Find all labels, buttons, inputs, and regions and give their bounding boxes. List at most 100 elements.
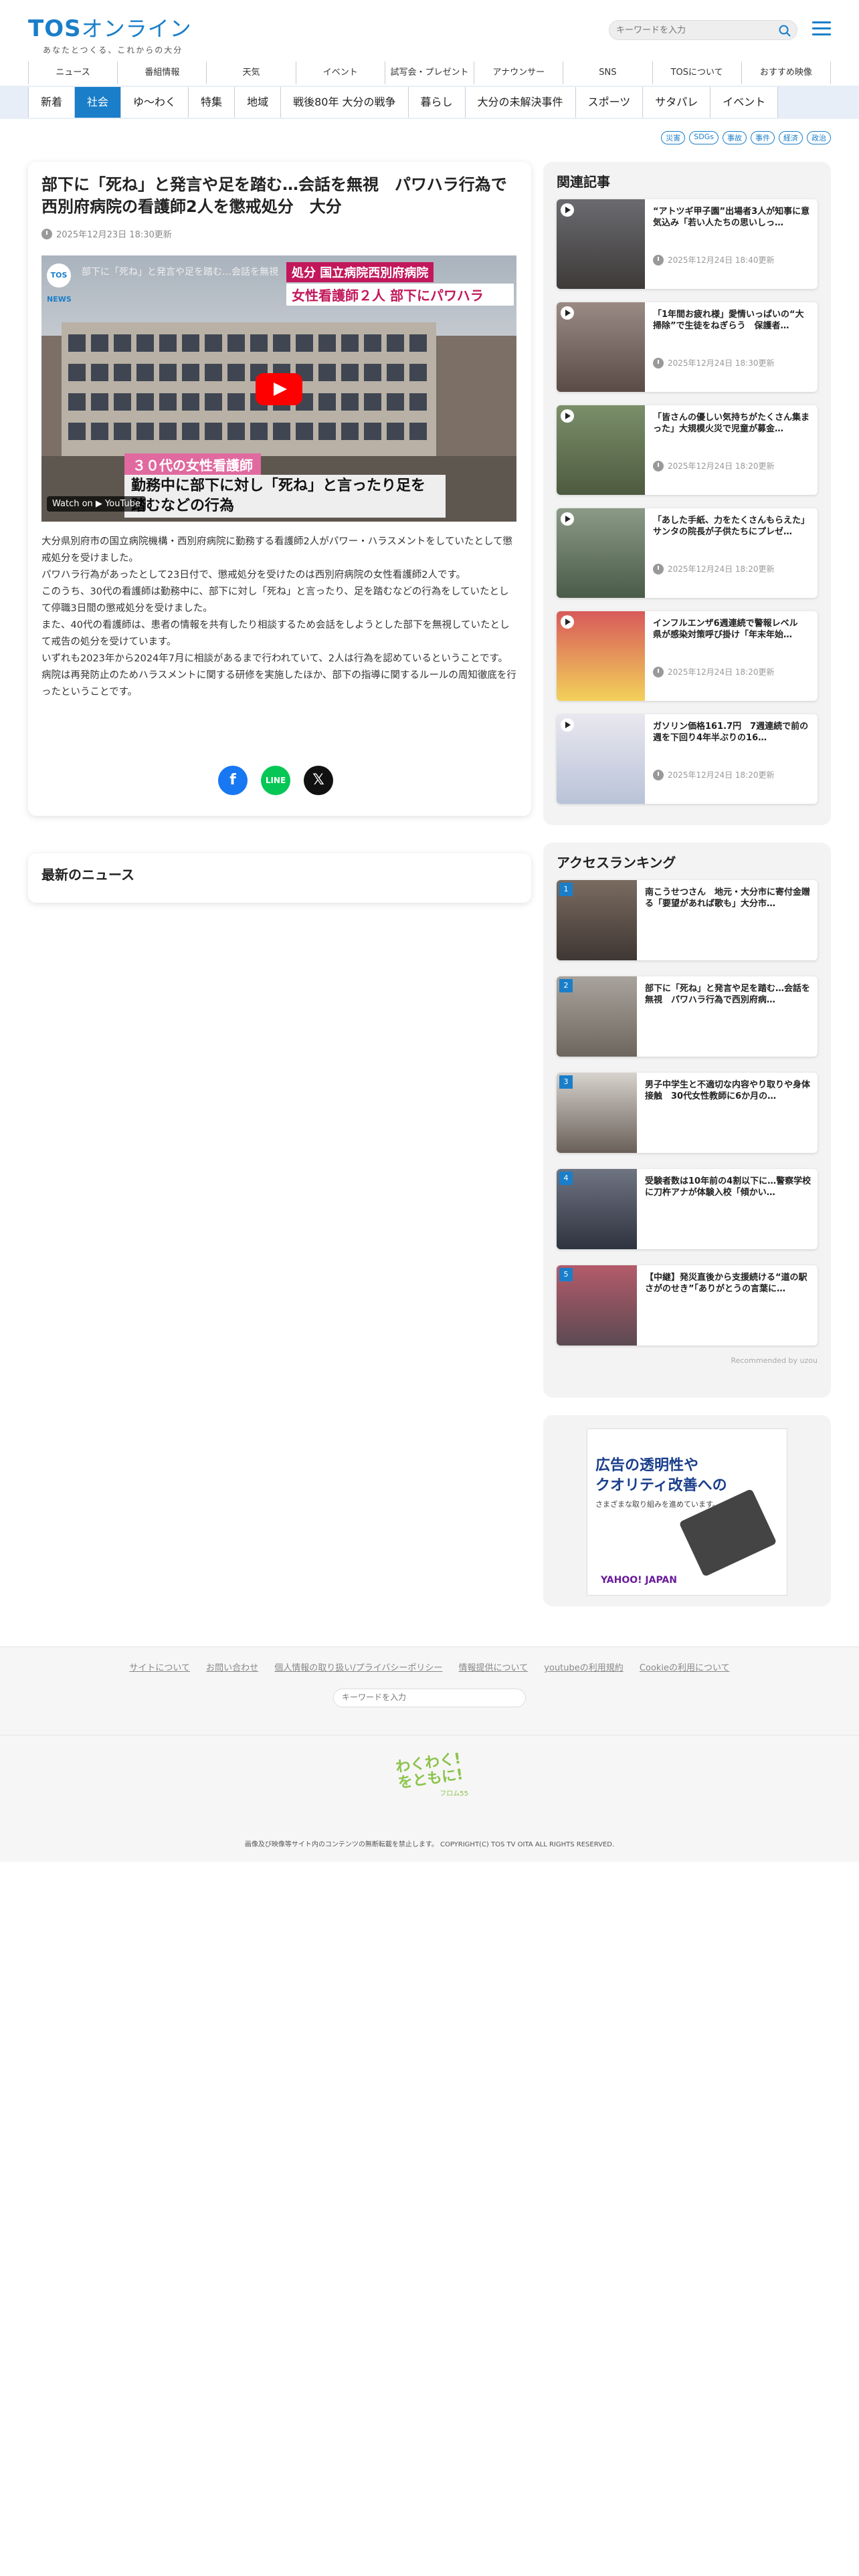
related-article-card[interactable]: インフルエンザ6週連続で警報レベル 県が感染対策呼び掛け「年末年始… 2025年… xyxy=(557,611,818,701)
related-article-card[interactable]: ガソリン価格161.7円 7週連続で前の週を下回り4年半ぶりの16… 2025年… xyxy=(557,714,818,804)
article-paragraph: いずれも2023年から2024年7月に相談があるまで行われていて、2人は行為を認… xyxy=(41,653,508,664)
related-article-card[interactable]: 「1年間お疲れ様」愛情いっぱいの“大掃除”で生徒をねぎらう 保護者… 2025年… xyxy=(557,302,818,392)
cat-event[interactable]: イベント xyxy=(710,87,779,118)
recommended-by-label[interactable]: Recommended by uzou xyxy=(731,1356,818,1365)
play-icon xyxy=(561,512,574,526)
logo-text: TOS xyxy=(28,15,82,42)
cat-society[interactable]: 社会 xyxy=(75,87,122,118)
ranking-title: 【中継】発災直後から支援続ける“道の駅さがのせき”「ありがとうの言葉に… xyxy=(645,1273,807,1294)
footer-links: サイトについて お問い合わせ 個人情報の取り扱い/プライバシーポリシー 情報提供… xyxy=(0,1660,859,1673)
video-player[interactable]: TOS NEWS 部下に「死ね」と発言や足を踏む…会話を無視 処分 国立病院西別… xyxy=(41,255,516,522)
ranking-item[interactable]: 5 【中継】発災直後から支援続ける“道の駅さがのせき”「ありがとうの言葉に… xyxy=(557,1265,818,1346)
related-date: 2025年12月24日 18:40更新 xyxy=(668,255,775,265)
play-icon xyxy=(561,718,574,732)
search-input[interactable] xyxy=(616,23,770,37)
hamburger-menu-icon[interactable] xyxy=(812,19,831,36)
x-share-icon[interactable]: 𝕏 xyxy=(304,766,333,795)
gnav-presents[interactable]: 試写会・プレゼント xyxy=(385,62,475,84)
site-header: TOSオンライン あなたとつくる、これからの大分 xyxy=(0,0,859,60)
related-article-card[interactable]: “アトツギ甲子園”出場者3人が知事に意気込み「若い人たちの思いしっ… 2025年… xyxy=(557,199,818,289)
header-search xyxy=(609,20,797,40)
facebook-share-icon[interactable]: f xyxy=(218,766,248,795)
clock-icon xyxy=(653,254,664,265)
copyright: 画像及び映像等サイト内のコンテンツの無断転載を禁止します。 COPYRIGHT(… xyxy=(244,1841,615,1848)
gnav-recommended[interactable]: おすすめ映像 xyxy=(742,62,831,84)
mascot-logo: わくわく!をともに! フロム55 xyxy=(391,1750,468,1809)
tag-accident[interactable]: 事故 xyxy=(723,131,747,144)
cat-living[interactable]: 暮らし xyxy=(408,87,466,118)
watch-on-youtube-button[interactable]: Watch on ▶ YouTube xyxy=(47,496,146,512)
video-badge-main: 女性看護師２人 部下にパワハラ xyxy=(286,284,514,306)
ranking-title: 部下に「死ね」と発言や足を踏む…会話を無視 パワハラ行為で西別府病… xyxy=(645,984,811,1005)
related-date: 2025年12月24日 18:20更新 xyxy=(668,564,775,574)
play-button-icon[interactable] xyxy=(256,373,302,405)
related-article-card[interactable]: 「あした手紙、力をたくさんもらえた」サンタの院長が子供たちにプレゼ… 2025年… xyxy=(557,508,818,598)
cat-feature[interactable]: 特集 xyxy=(189,87,235,118)
tag-incident[interactable]: 事件 xyxy=(751,131,775,144)
gnav-weather[interactable]: 天気 xyxy=(207,62,296,84)
video-caption-main: 勤務中に部下に対し「死ね」と言ったり足を踏むなどの行為 xyxy=(124,475,446,518)
tag-economy[interactable]: 経済 xyxy=(779,131,803,144)
cat-unsolved[interactable]: 大分の未解決事件 xyxy=(465,87,576,118)
ranking-title: 南こうせつさん 地元・大分市に寄付金贈る「要望があれば歌も」大分市… xyxy=(645,887,811,909)
category-nav-bar: 新着 社会 ゆ〜わく 特集 地域 戦後80年 大分の戦争 暮らし 大分の未解決事… xyxy=(0,86,859,119)
article-card: 部下に「死ね」と発言や足を踏む…会話を無視 パワハラ行為で西別府病院の看護師2人… xyxy=(28,162,531,816)
ad-line3: さまざまな取り組みを進めています。 xyxy=(595,1500,720,1509)
ranking-item[interactable]: 4 受験者数は10年前の4割以下に…警察学校に刀杵アナが体験入校「傾かい… xyxy=(557,1169,818,1249)
footer-link-youtube[interactable]: youtubeの利用規約 xyxy=(544,1663,623,1673)
footer-link-about[interactable]: サイトについて xyxy=(129,1663,190,1673)
cat-new[interactable]: 新着 xyxy=(28,87,76,118)
gnav-sns[interactable]: SNS xyxy=(563,62,653,84)
play-icon xyxy=(561,409,574,423)
cat-war80[interactable]: 戦後80年 大分の戦争 xyxy=(281,87,409,118)
article-paragraph: 大分県別府市の国立病院機構・西別府病院に勤務する看護師2人がパワー・ハラスメント… xyxy=(41,536,513,564)
share-buttons: f LINE 𝕏 xyxy=(218,766,333,795)
video-title[interactable]: 部下に「死ね」と発言や足を踏む…会話を無視 xyxy=(82,265,278,278)
ranking-thumbnail: 2 xyxy=(557,976,637,1057)
footer-link-contact[interactable]: お問い合わせ xyxy=(206,1663,258,1673)
gnav-announcers[interactable]: アナウンサー xyxy=(474,62,564,84)
channel-avatar[interactable]: TOS NEWS xyxy=(47,263,72,304)
ranking-item[interactable]: 1 南こうせつさん 地元・大分市に寄付金贈る「要望があれば歌も」大分市… xyxy=(557,880,818,960)
cat-yuwaku[interactable]: ゆ〜わく xyxy=(121,87,189,118)
advertisement-banner[interactable]: 広告の透明性や クオリティ改善への さまざまな取り組みを進めています。 YAHOO… xyxy=(587,1428,787,1596)
ad-line2: クオリティ改善への xyxy=(595,1477,727,1494)
rank-number: 5 xyxy=(559,1268,573,1281)
clock-icon xyxy=(653,460,664,471)
gnav-about[interactable]: TOSについて xyxy=(653,62,742,84)
ranking-title: 受験者数は10年前の4割以下に…警察学校に刀杵アナが体験入校「傾かい… xyxy=(645,1176,812,1198)
gnav-events[interactable]: イベント xyxy=(296,62,385,84)
gnav-programs[interactable]: 番組情報 xyxy=(118,62,207,84)
related-article-card[interactable]: 「皆さんの優しい気持ちがたくさん集まった」大規模火災で児童が募金… 2025年1… xyxy=(557,405,818,495)
line-share-icon[interactable]: LINE xyxy=(261,766,290,795)
cat-region[interactable]: 地域 xyxy=(235,87,282,118)
footer-link-info[interactable]: 情報提供について xyxy=(459,1663,529,1673)
ranking-thumbnail: 1 xyxy=(557,880,637,960)
footer-link-cookie[interactable]: Cookieの利用について xyxy=(640,1663,730,1673)
clock-icon xyxy=(653,769,664,780)
article-date: 2025年12月23日 18:30更新 xyxy=(41,227,172,240)
video-badge-top: 国立病院西別府病院 xyxy=(320,266,429,280)
cat-sports[interactable]: スポーツ xyxy=(575,87,644,118)
tag-politics[interactable]: 政治 xyxy=(807,131,831,144)
related-thumbnail xyxy=(557,405,645,495)
tag-sdgs[interactable]: SDGs xyxy=(689,131,719,144)
article-title: 部下に「死ね」と発言や足を踏む…会話を無視 パワハラ行為で西別府病院の看護師2人… xyxy=(41,175,507,216)
footer-search-input[interactable] xyxy=(342,1693,516,1702)
gnav-news[interactable]: ニュース xyxy=(28,62,118,84)
ranking-item[interactable]: 3 男子中学生と不適切な内容やり取りや身体接触 30代女性教師に6か月の… xyxy=(557,1073,818,1153)
ranking-heading: アクセスランキング xyxy=(557,855,676,871)
ranking-item[interactable]: 2 部下に「死ね」と発言や足を踏む…会話を無視 パワハラ行為で西別府病… xyxy=(557,976,818,1057)
related-date: 2025年12月24日 18:30更新 xyxy=(668,358,775,368)
rank-number: 2 xyxy=(559,979,573,992)
footer-link-privacy[interactable]: 個人情報の取り扱い/プライバシーポリシー xyxy=(274,1663,442,1673)
search-icon[interactable] xyxy=(778,24,791,37)
clock-icon xyxy=(41,228,52,239)
footer-search xyxy=(333,1689,526,1707)
latest-news-heading: 最新のニュース xyxy=(41,867,134,883)
tag-disaster[interactable]: 災害 xyxy=(661,131,686,144)
site-logo[interactable]: TOSオンライン あなたとつくる、これからの大分 xyxy=(28,12,192,56)
clock-icon xyxy=(653,357,664,368)
cat-satapare[interactable]: サタパレ xyxy=(643,87,711,118)
related-title: 「1年間お疲れ様」愛情いっぱいの“大掃除”で生徒をねぎらう 保護者… xyxy=(653,310,804,331)
